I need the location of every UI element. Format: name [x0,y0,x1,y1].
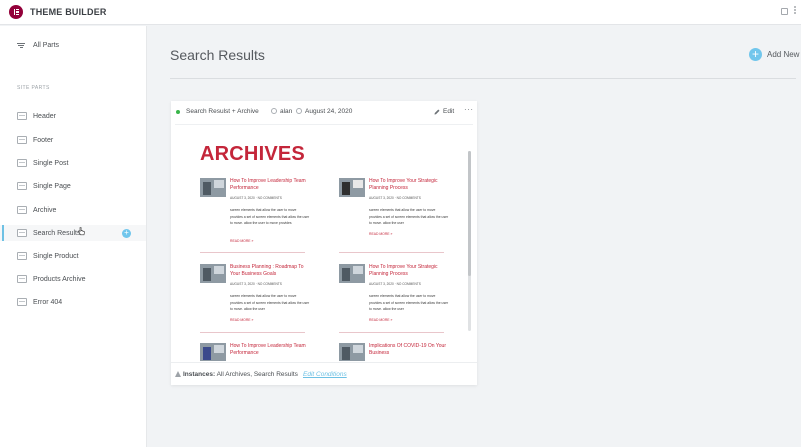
post-title: How To Improve Your Strategic Planning P… [369,178,438,191]
hand-cursor-icon [78,227,85,236]
post-title: Business Planning : Roadmap To Your Busi… [230,264,304,277]
post-title: How To Improve Leadership Team Performan… [230,178,306,191]
elementor-logo-icon [9,5,23,19]
more-options-icon[interactable]: ··· [464,105,474,114]
sidebar-item-search-results[interactable]: Search Results + [0,225,146,241]
template-author: alan [280,108,293,115]
sidebar-item-label: Header [33,112,56,120]
clock-icon [296,108,302,114]
window-icon[interactable] [781,8,788,15]
archives-heading: ARCHIVES [200,143,305,165]
sidebar-item-archive[interactable]: Archive [0,202,146,218]
card-footer: Instances: All Archives, Search Results … [171,362,477,385]
warning-icon [175,371,181,377]
instances-text: Instances: All Archives, Search Results [183,371,298,378]
edit-button[interactable]: Edit [434,108,454,115]
sidebar-item-error-404[interactable]: Error 404 [0,294,146,310]
instances-value: All Archives, Search Results [216,371,298,378]
post-excerpt: screen elements that allow the user to m… [369,208,449,225]
read-more-link: READ MORE » [230,239,254,243]
status-dot-icon [176,110,180,114]
products-archive-icon [17,275,27,283]
sidebar-item-label: Error 404 [33,298,63,306]
more-vertical-icon[interactable] [794,6,796,14]
post-thumbnail [339,343,365,361]
template-card: Search Resulst + Archive alan August 24,… [171,101,477,385]
archive-icon [17,206,27,214]
plus-icon: + [749,48,762,61]
template-date: August 24, 2020 [305,108,353,115]
header-icon [17,112,27,120]
edit-label: Edit [443,108,455,115]
sidebar-item-products-archive[interactable]: Products Archive [0,271,146,287]
filter-icon [17,42,25,49]
instances-label: Instances: [183,371,216,378]
pencil-icon [434,109,440,114]
add-search-results-icon[interactable]: + [122,229,131,238]
single-product-icon [17,252,27,260]
post-meta: AUGUST 3, 2020 · NO COMMENTS [230,196,282,200]
sidebar-item-footer[interactable]: Footer [0,132,146,148]
sidebar-item-label: Archive [33,206,57,214]
footer-icon [17,136,27,144]
post-thumbnail [339,178,365,197]
all-parts-label: All Parts [33,42,60,49]
top-bar: THEME BUILDER [0,0,801,25]
preview-scrollbar-thumb[interactable] [468,151,471,276]
post-meta: AUGUST 3, 2020 · NO COMMENTS [230,282,282,286]
post-separator [200,252,305,253]
sidebar-item-label: Products Archive [33,275,86,283]
post-thumbnail [200,343,226,361]
post-excerpt: screen elements that allow the user to m… [230,294,310,311]
read-more-link: READ MORE » [369,318,393,322]
add-new-button[interactable]: + Add New [749,48,799,61]
page-title: Search Results [170,47,265,63]
user-icon [271,108,277,114]
single-post-icon [17,159,27,167]
sidebar-item-label: Search Results [33,229,81,237]
read-more-link: READ MORE » [230,318,254,322]
post-excerpt: screen elements that allow the user to m… [230,208,310,225]
app-title: THEME BUILDER [30,7,107,17]
template-preview[interactable]: ARCHIVES How To Improve Leadership Team … [175,124,473,361]
post-title: How To Improve Your Strategic Planning P… [369,264,438,277]
search-results-icon [17,229,27,237]
post-thumbnail [339,264,365,283]
post-title: How To Improve Leadership Team Performan… [230,343,306,356]
title-divider [170,78,796,79]
post-thumbnail [200,264,226,283]
read-more-link: READ MORE » [369,232,393,236]
sidebar-item-single-product[interactable]: Single Product [0,248,146,264]
post-meta: AUGUST 3, 2020 · NO COMMENTS [369,282,421,286]
edit-conditions-link[interactable]: Edit Conditions [303,371,347,378]
template-name: Search Resulst + Archive [186,108,259,115]
post-title: Implications Of COVID-19 On Your Busines… [369,343,446,356]
post-separator [200,332,305,333]
post-separator [339,252,444,253]
post-separator [339,332,444,333]
card-header: Search Resulst + Archive alan August 24,… [171,101,477,123]
sidebar-item-label: Single Post [33,159,69,167]
sidebar-item-single-page[interactable]: Single Page [0,178,146,194]
sidebar-item-label: Single Product [33,252,79,260]
add-new-label: Add New [767,50,800,59]
sidebar-item-header[interactable]: Header [0,108,146,124]
single-page-icon [17,182,27,190]
sidebar: All Parts SITE PARTS Header Footer Singl… [0,26,147,447]
sidebar-item-label: Footer [33,136,54,144]
all-parts-button[interactable]: All Parts [17,42,59,49]
error-404-icon [17,298,27,306]
post-thumbnail [200,178,226,197]
site-parts-heading: SITE PARTS [17,85,50,91]
sidebar-item-single-post[interactable]: Single Post [0,155,146,171]
post-excerpt: screen elements that allow the user to m… [369,294,449,311]
post-meta: AUGUST 3, 2020 · NO COMMENTS [369,196,421,200]
sidebar-item-label: Single Page [33,182,71,190]
